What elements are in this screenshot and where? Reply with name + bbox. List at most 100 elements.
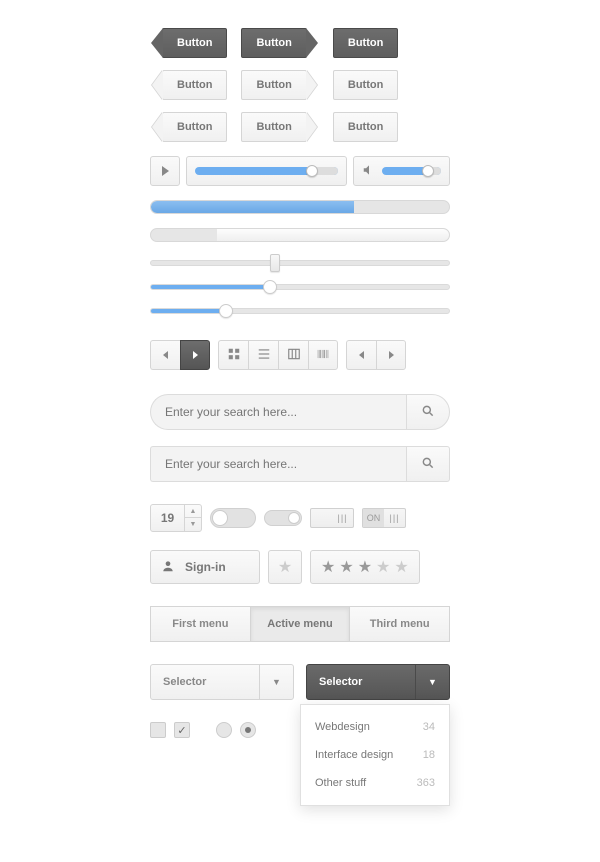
next-button-2[interactable]	[376, 340, 406, 370]
dropdown-item[interactable]: Webdesign 34	[301, 713, 449, 741]
favorite-button[interactable]: ★	[268, 550, 302, 584]
tag-button-right[interactable]: Button	[241, 112, 306, 142]
star-4[interactable]: ★	[376, 557, 390, 577]
button-label: Button	[348, 121, 383, 133]
view-barcode-button[interactable]	[308, 340, 338, 370]
toggle-on-label: ON	[363, 509, 384, 527]
seek-thumb[interactable]	[306, 165, 318, 177]
star-5[interactable]: ★	[394, 557, 408, 577]
button-label: Button	[256, 79, 291, 91]
item-count: 34	[423, 721, 435, 733]
toggle-switch-1[interactable]	[210, 508, 256, 528]
search-icon	[421, 456, 435, 473]
chevron-right-icon	[193, 351, 198, 359]
grid-icon	[227, 347, 241, 364]
slider-thumb[interactable]	[263, 280, 277, 294]
button-label: Button	[256, 37, 291, 49]
stepper-down[interactable]: ▼	[185, 518, 201, 531]
slider-thumb[interactable]	[270, 254, 280, 272]
search-icon	[421, 404, 435, 421]
star-1[interactable]: ★	[321, 557, 335, 577]
progress-bar-blue	[150, 200, 450, 214]
dropdown-item[interactable]: Other stuff 363	[301, 769, 449, 797]
signin-button[interactable]: Sign-in	[150, 550, 260, 584]
toggle-rect-on[interactable]: ON	[362, 508, 406, 528]
selector-label: Selector	[307, 665, 415, 699]
barcode-icon	[316, 347, 330, 364]
item-count: 363	[417, 777, 435, 789]
view-columns-button[interactable]	[278, 340, 308, 370]
toggle-rect-1[interactable]	[310, 508, 354, 528]
toggle-switch-2[interactable]	[264, 510, 302, 526]
tag-button-right[interactable]: Button	[241, 28, 306, 58]
chevron-left-icon	[163, 351, 168, 359]
search-input-rect[interactable]	[150, 446, 406, 482]
slider-thumb[interactable]	[219, 304, 233, 318]
slider-round-blue[interactable]	[150, 284, 450, 290]
item-label: Other stuff	[315, 777, 366, 789]
button-label: Button	[177, 37, 212, 49]
prev-button[interactable]	[150, 340, 180, 370]
chevron-right-icon	[389, 351, 394, 359]
radio-off[interactable]	[216, 722, 232, 738]
item-label: Webdesign	[315, 721, 370, 733]
prev-button-2[interactable]	[346, 340, 376, 370]
button-plain[interactable]: Button	[333, 112, 398, 142]
stepper-up[interactable]: ▲	[185, 505, 201, 518]
user-icon	[161, 559, 175, 576]
selector-label: Selector	[151, 665, 259, 699]
button-label: Button	[177, 121, 212, 133]
view-list-button[interactable]	[248, 340, 278, 370]
button-label: Button	[256, 121, 291, 133]
search-input-round[interactable]	[150, 394, 406, 430]
number-stepper[interactable]: 19 ▲▼	[150, 504, 202, 532]
tag-button-left[interactable]: Button	[162, 28, 227, 58]
next-button-active[interactable]	[180, 340, 210, 370]
tab-label: Active menu	[267, 618, 332, 630]
selector-light[interactable]: Selector ▼	[150, 664, 294, 700]
tab-active[interactable]: Active menu	[251, 606, 351, 642]
button-label: Button	[177, 79, 212, 91]
view-grid-button[interactable]	[218, 340, 248, 370]
chevron-down-icon: ▼	[415, 665, 449, 699]
button-label: Button	[348, 37, 383, 49]
button-plain[interactable]: Button	[333, 70, 398, 100]
slider-rect-thumb[interactable]	[150, 260, 450, 266]
seek-slider[interactable]	[186, 156, 347, 186]
selector-dark[interactable]: Selector ▼	[306, 664, 450, 700]
volume-slider[interactable]	[353, 156, 450, 186]
progress-bar-gray	[150, 228, 450, 242]
tab-label: Third menu	[370, 618, 430, 630]
play-icon	[162, 166, 169, 176]
tag-button-left[interactable]: Button	[162, 70, 227, 100]
list-icon	[257, 347, 271, 364]
play-button[interactable]	[150, 156, 180, 186]
checkbox-checked[interactable]: ✓	[174, 722, 190, 738]
star-3[interactable]: ★	[358, 557, 372, 577]
button-plain[interactable]: Button	[333, 28, 398, 58]
columns-icon	[287, 347, 301, 364]
volume-thumb[interactable]	[422, 165, 434, 177]
tab-third[interactable]: Third menu	[350, 606, 450, 642]
tag-button-left[interactable]: Button	[162, 112, 227, 142]
speaker-icon	[362, 163, 376, 180]
signin-label: Sign-in	[185, 560, 226, 574]
dropdown-menu: Webdesign 34 Interface design 18 Other stu…	[300, 704, 450, 806]
tab-label: First menu	[172, 618, 228, 630]
slider-round-blue-2[interactable]	[150, 308, 450, 314]
item-label: Interface design	[315, 749, 393, 761]
stepper-value: 19	[151, 505, 185, 531]
search-button[interactable]	[406, 446, 450, 482]
dropdown-item[interactable]: Interface design 18	[301, 741, 449, 769]
item-count: 18	[423, 749, 435, 761]
chevron-left-icon	[359, 351, 364, 359]
star-2[interactable]: ★	[339, 557, 353, 577]
star-rating[interactable]: ★ ★ ★ ★ ★	[310, 550, 420, 584]
search-button[interactable]	[406, 394, 450, 430]
tab-first[interactable]: First menu	[150, 606, 251, 642]
button-label: Button	[348, 79, 383, 91]
tag-button-right[interactable]: Button	[241, 70, 306, 100]
checkbox-unchecked[interactable]	[150, 722, 166, 738]
chevron-down-icon: ▼	[259, 665, 293, 699]
radio-on[interactable]	[240, 722, 256, 738]
